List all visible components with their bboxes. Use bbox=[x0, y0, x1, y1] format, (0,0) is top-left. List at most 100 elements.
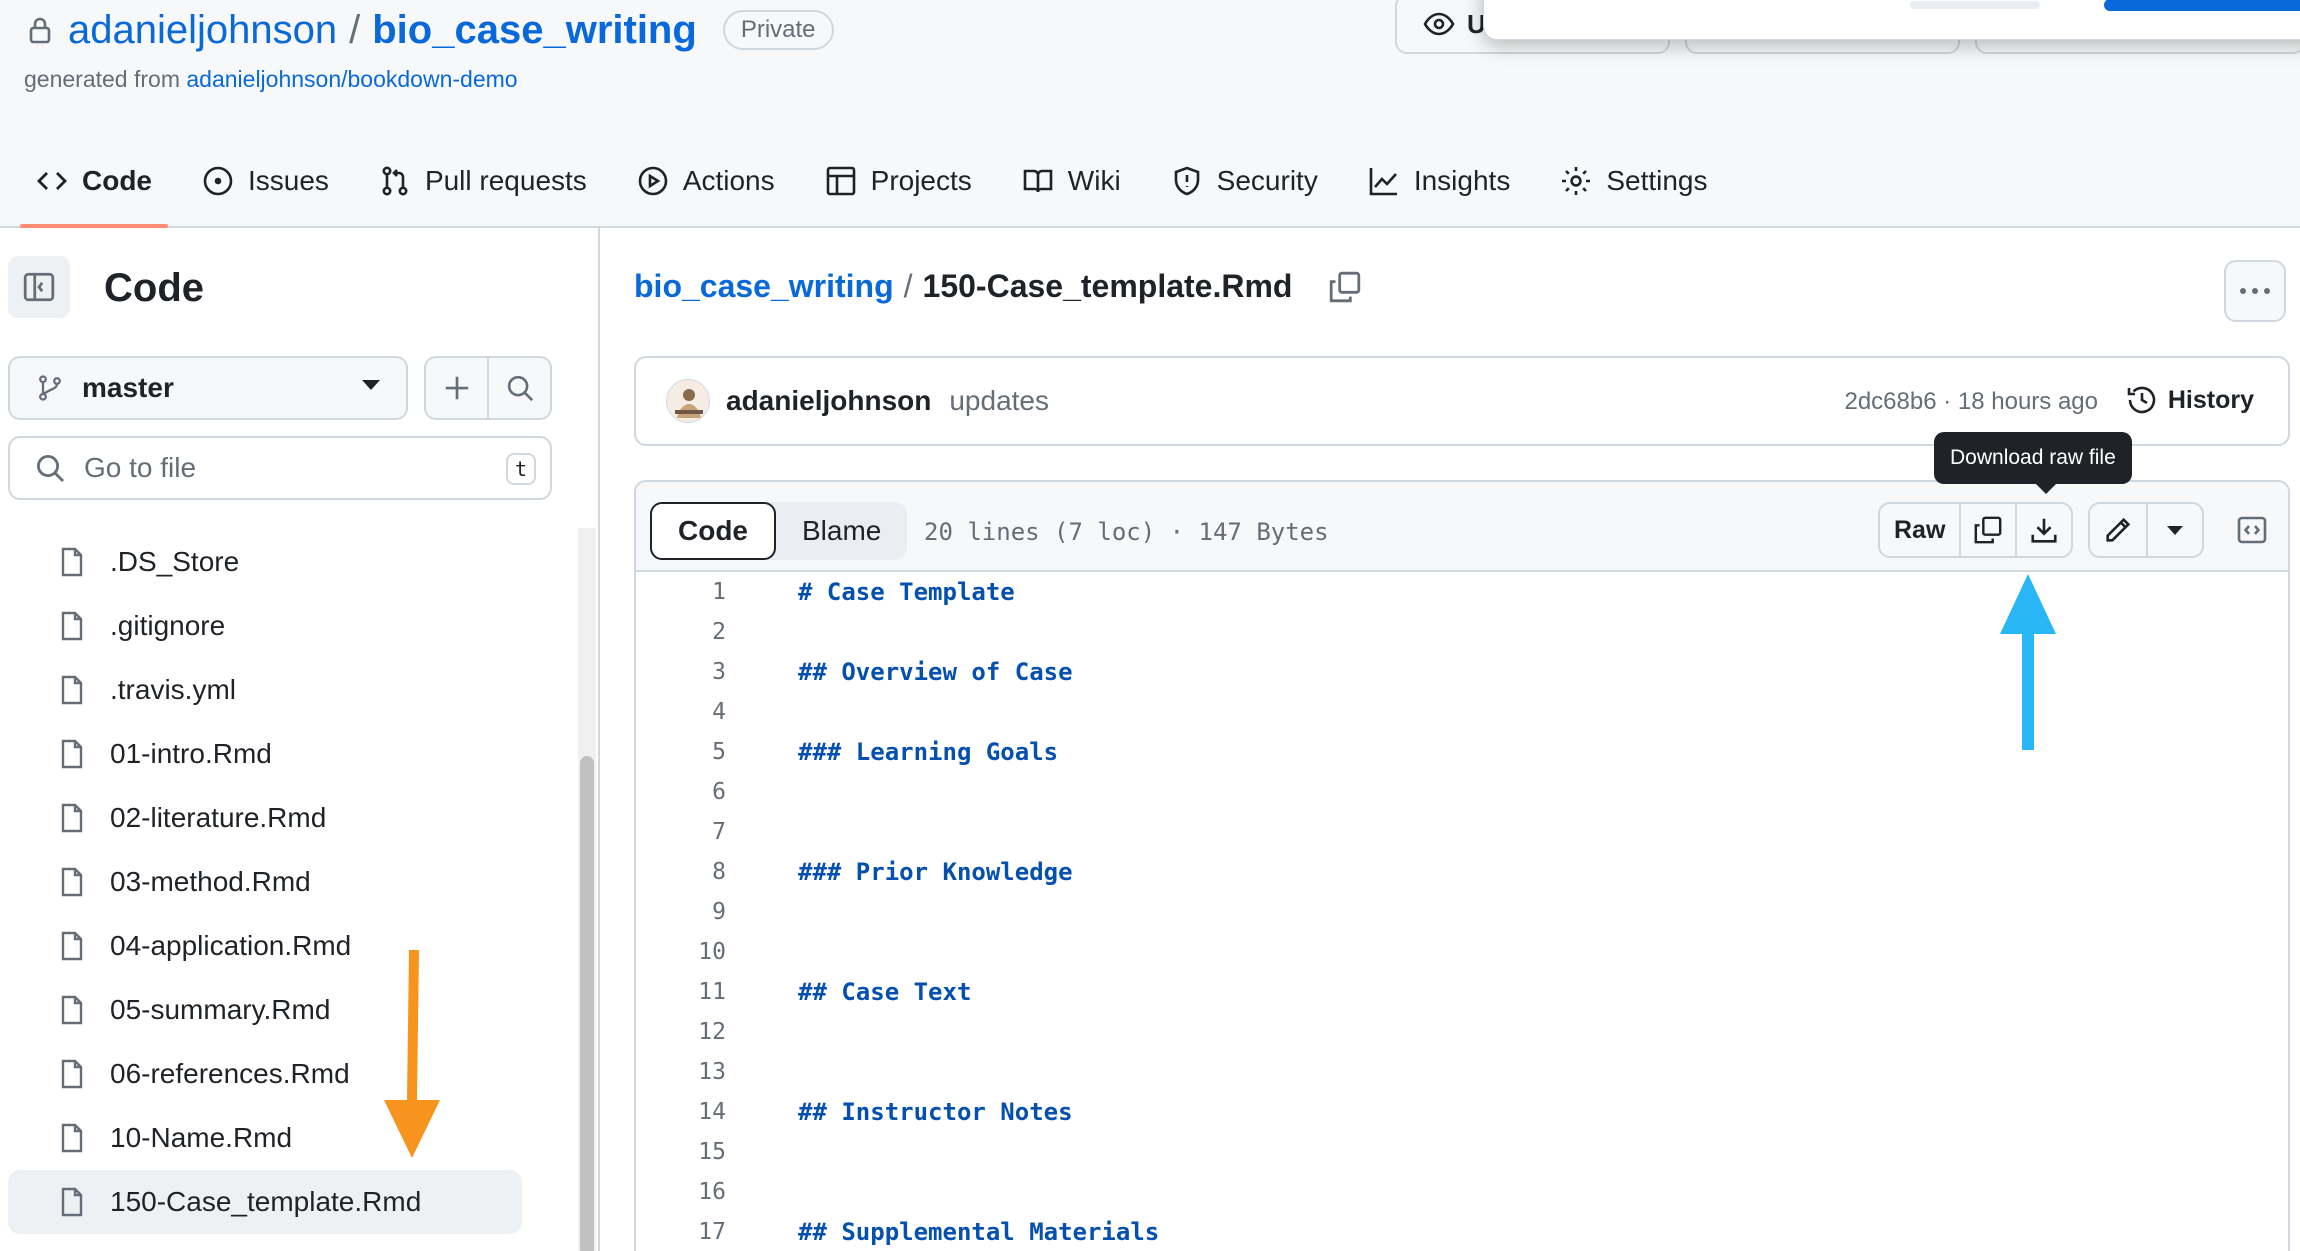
file-name: 04-application.Rmd bbox=[110, 930, 352, 961]
line-number[interactable]: 17 bbox=[636, 1219, 726, 1245]
code-square-icon bbox=[2236, 514, 2268, 546]
dialog-primary-button[interactable] bbox=[2104, 0, 2300, 11]
file-tree-item[interactable]: .gitignore bbox=[0, 594, 560, 658]
plus-icon bbox=[442, 373, 472, 403]
sidebar-scrollbar[interactable] bbox=[578, 528, 596, 1251]
file-tree-item[interactable]: .DS_Store bbox=[0, 530, 560, 594]
search-icon bbox=[34, 452, 66, 484]
edit-file-button[interactable] bbox=[2090, 504, 2146, 556]
line-number[interactable]: 6 bbox=[636, 779, 726, 805]
tab-pull-requests[interactable]: Pull requests bbox=[363, 150, 603, 212]
tab-settings[interactable]: Settings bbox=[1544, 150, 1723, 212]
file-tree-item-selected[interactable]: 150-Case_template.Rmd bbox=[8, 1170, 522, 1234]
history-button[interactable]: History bbox=[2126, 384, 2254, 416]
line-number[interactable]: 4 bbox=[636, 699, 726, 725]
code-line: 8 ### Prior Knowledge bbox=[636, 852, 2288, 892]
tab-security[interactable]: Security bbox=[1155, 150, 1334, 212]
download-raw-button[interactable] bbox=[2015, 504, 2071, 556]
code-line: 11 ## Case Text bbox=[636, 972, 2288, 1012]
file-tree-item[interactable]: 01-intro.Rmd bbox=[0, 722, 560, 786]
file-name: .gitignore bbox=[110, 610, 226, 641]
scrollbar-thumb[interactable] bbox=[580, 756, 594, 1251]
line-number[interactable]: 14 bbox=[636, 1099, 726, 1125]
tab-wiki[interactable]: Wiki bbox=[1006, 150, 1137, 212]
breadcrumb-repo-link[interactable]: bio_case_writing bbox=[634, 268, 894, 305]
go-to-file-input[interactable]: Go to file t bbox=[8, 436, 552, 500]
tab-projects[interactable]: Projects bbox=[809, 150, 988, 212]
issue-icon bbox=[202, 165, 234, 197]
file-tree-item[interactable]: 10-Name.Rmd bbox=[0, 1106, 560, 1170]
blue-annotation-arrow bbox=[2000, 574, 2056, 750]
code-line: 15 bbox=[636, 1132, 2288, 1172]
line-number[interactable]: 15 bbox=[636, 1139, 726, 1165]
search-code-button[interactable] bbox=[487, 358, 550, 418]
line-number[interactable]: 9 bbox=[636, 899, 726, 925]
commit-message[interactable]: updates bbox=[949, 385, 1049, 417]
commit-author[interactable]: adanieljohnson bbox=[726, 385, 931, 417]
file-name: 06-references.Rmd bbox=[110, 1058, 350, 1089]
line-text: ## Instructor Notes bbox=[798, 1098, 1073, 1126]
repo-separator: / bbox=[349, 7, 361, 52]
code-view-button[interactable]: Code bbox=[650, 502, 776, 560]
tab-issues[interactable]: Issues bbox=[186, 150, 345, 212]
breadcrumb-separator: / bbox=[903, 268, 913, 304]
file-tree-item[interactable]: 02-literature.Rmd bbox=[0, 786, 560, 850]
dialog-secondary-button[interactable] bbox=[1910, 1, 2040, 9]
breadcrumb-file-name: 150-Case_template.Rmd bbox=[922, 268, 1293, 304]
file-tree-item[interactable]: .travis.yml bbox=[0, 658, 560, 722]
file-toolbar: Code Blame 20 lines (7 loc) · 147 Bytes … bbox=[636, 482, 2288, 572]
line-number[interactable]: 5 bbox=[636, 739, 726, 765]
edit-actions bbox=[2088, 502, 2204, 558]
file-actions bbox=[424, 356, 552, 420]
file-tree-item[interactable]: 05-summary.Rmd bbox=[0, 978, 560, 1042]
collapse-sidebar-button[interactable] bbox=[8, 256, 70, 318]
symbols-panel-button[interactable] bbox=[2226, 504, 2278, 556]
more-options-button[interactable] bbox=[2224, 260, 2286, 322]
file-name: 05-summary.Rmd bbox=[110, 994, 331, 1025]
copy-path-icon[interactable] bbox=[1328, 270, 1362, 304]
raw-button[interactable]: Raw bbox=[1880, 504, 1959, 556]
file-tree-sidebar: Code master Go to file t .DS_Store .giti… bbox=[0, 228, 600, 1251]
file-icon bbox=[56, 610, 88, 642]
file-tree-item[interactable]: 06-references.Rmd bbox=[0, 1042, 560, 1106]
table-icon bbox=[825, 165, 857, 197]
branch-selector[interactable]: master bbox=[8, 356, 408, 420]
line-number[interactable]: 10 bbox=[636, 939, 726, 965]
file-tree: .DS_Store .gitignore .travis.yml 01-intr… bbox=[0, 530, 560, 1234]
blame-view-button[interactable]: Blame bbox=[776, 502, 907, 560]
add-file-button[interactable] bbox=[426, 358, 487, 418]
line-number[interactable]: 1 bbox=[636, 579, 726, 605]
play-icon bbox=[637, 165, 669, 197]
code-line: 14 ## Instructor Notes bbox=[636, 1092, 2288, 1132]
history-icon bbox=[2126, 384, 2158, 416]
pencil-icon bbox=[2103, 515, 2133, 545]
line-number[interactable]: 11 bbox=[636, 979, 726, 1005]
tab-code[interactable]: Code bbox=[20, 150, 168, 228]
line-number[interactable]: 3 bbox=[636, 659, 726, 685]
file-tree-item[interactable]: 03-method.Rmd bbox=[0, 850, 560, 914]
file-name: 10-Name.Rmd bbox=[110, 1122, 293, 1153]
line-number[interactable]: 2 bbox=[636, 619, 726, 645]
file-tree-item[interactable]: 04-application.Rmd bbox=[0, 914, 560, 978]
commit-sha-time[interactable]: 2dc68b6 · 18 hours ago bbox=[1844, 388, 2098, 416]
avatar[interactable] bbox=[666, 379, 710, 423]
line-number[interactable]: 16 bbox=[636, 1179, 726, 1205]
repo-name-link[interactable]: bio_case_writing bbox=[372, 8, 697, 53]
kebab-dot bbox=[2240, 288, 2246, 294]
tab-actions[interactable]: Actions bbox=[621, 150, 791, 212]
edit-dropdown-button[interactable] bbox=[2146, 504, 2202, 556]
line-number[interactable]: 13 bbox=[636, 1059, 726, 1085]
line-number[interactable]: 8 bbox=[636, 859, 726, 885]
file-name: 01-intro.Rmd bbox=[110, 738, 272, 769]
history-label: History bbox=[2167, 385, 2254, 414]
template-repo-link[interactable]: adanieljohnson/bookdown-demo bbox=[186, 66, 517, 92]
tab-insights[interactable]: Insights bbox=[1352, 150, 1527, 212]
code-icon bbox=[36, 165, 68, 197]
copy-raw-button[interactable] bbox=[1959, 504, 2015, 556]
repo-owner-link[interactable]: adanieljohnson bbox=[68, 8, 337, 53]
line-number[interactable]: 7 bbox=[636, 819, 726, 845]
file-icon bbox=[56, 546, 88, 578]
line-number[interactable]: 12 bbox=[636, 1019, 726, 1045]
tab-label: Wiki bbox=[1067, 165, 1121, 196]
code-line: 17 ## Supplemental Materials bbox=[636, 1212, 2288, 1251]
